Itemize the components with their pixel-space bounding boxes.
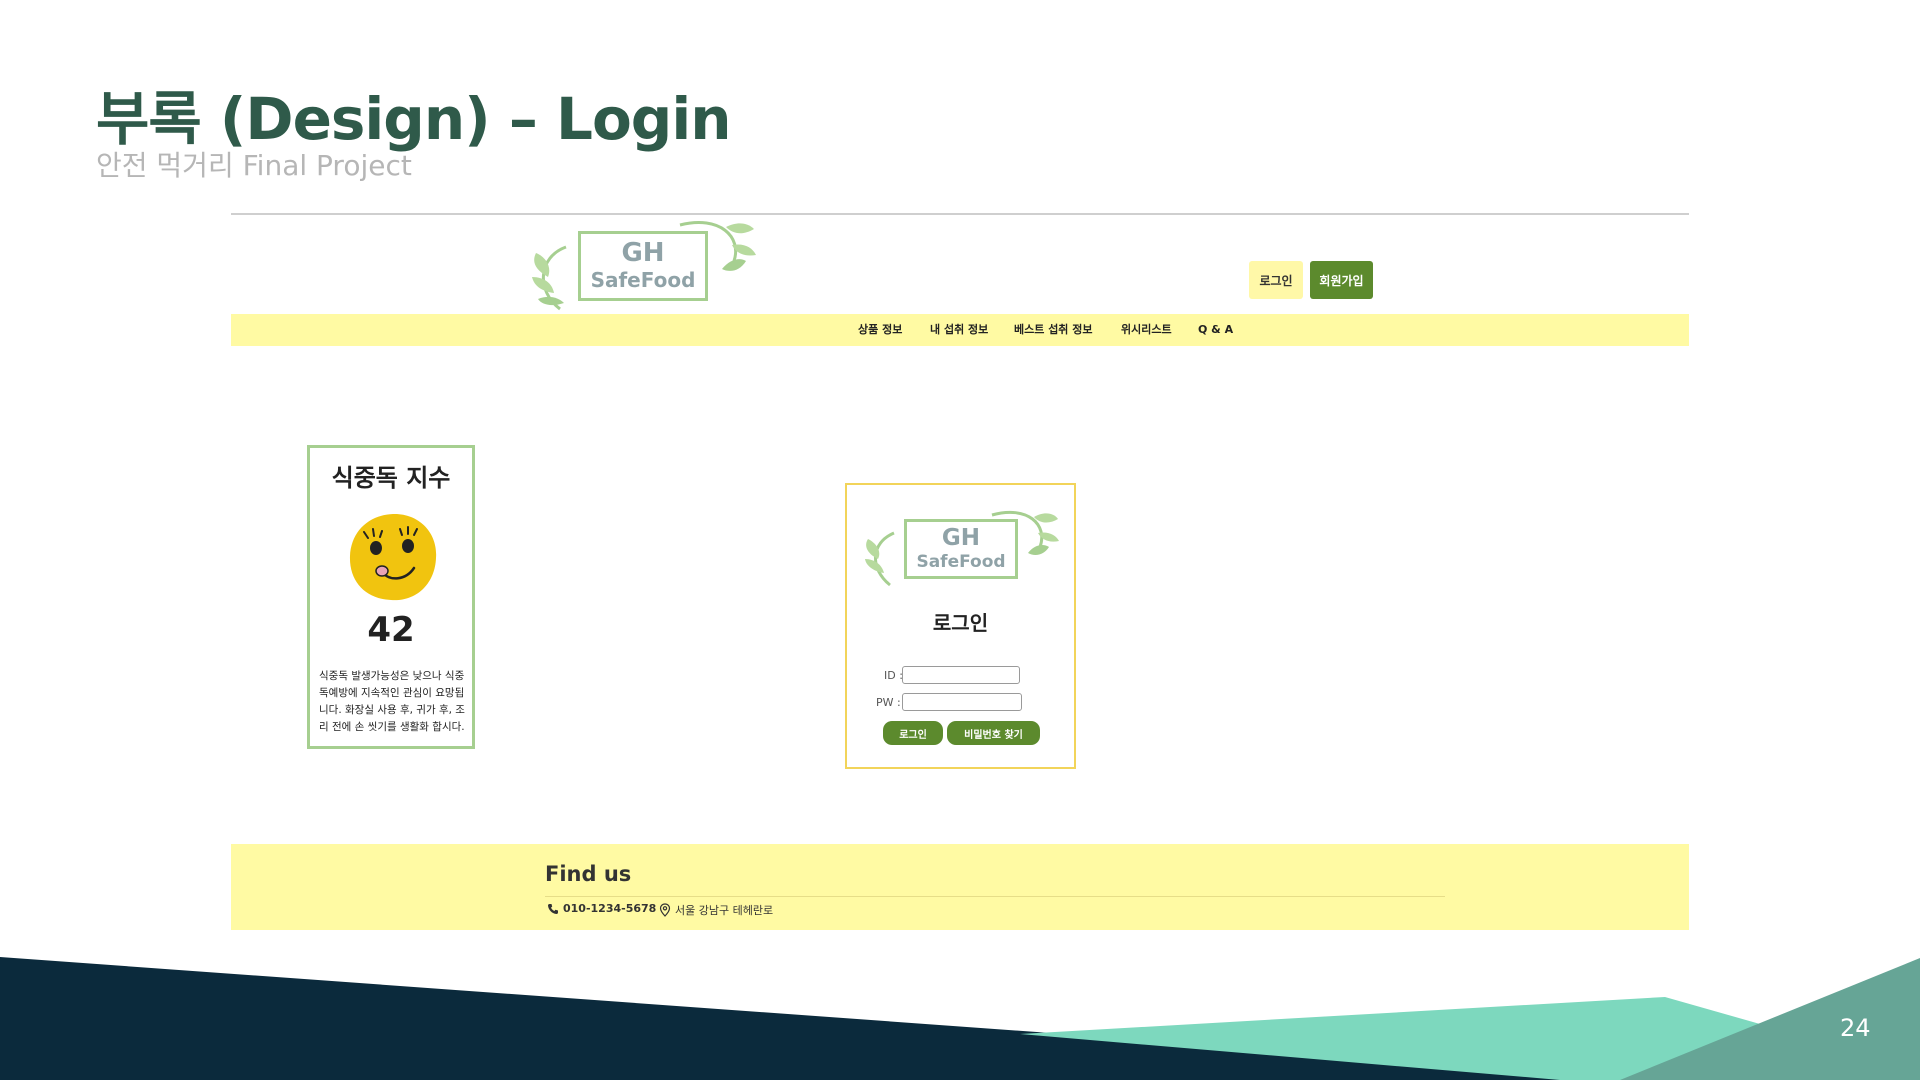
decorative-background-shapes xyxy=(0,957,1920,1080)
page-number: 24 xyxy=(1840,1014,1871,1042)
